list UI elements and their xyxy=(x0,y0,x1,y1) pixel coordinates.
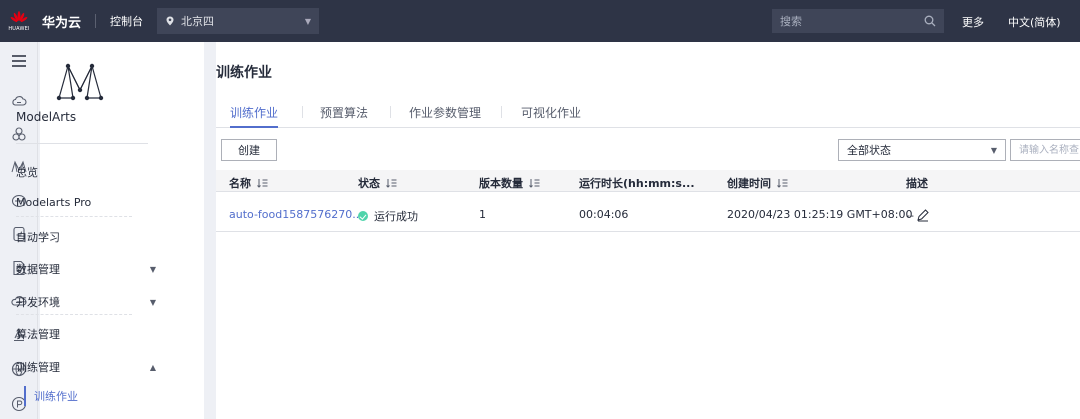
tab-divider xyxy=(501,106,502,118)
cluster-icon xyxy=(12,127,26,141)
chevron-down-icon: ▼ xyxy=(304,16,312,26)
sidebar-dashed-divider xyxy=(16,216,132,217)
language-switch[interactable]: 中文(简体) xyxy=(1008,14,1061,30)
chevron-up-icon: ▲ xyxy=(149,362,156,372)
sidebar-item-label: 总览 xyxy=(16,166,38,179)
description-cell: -- xyxy=(906,208,930,222)
sidebar-divider xyxy=(16,143,148,144)
sidebar-item-algorithm-management[interactable]: 算法管理 xyxy=(16,326,156,342)
column-header-versions[interactable]: 版本数量 xyxy=(479,175,540,191)
column-label: 创建时间 xyxy=(727,177,771,190)
header-divider xyxy=(95,14,97,28)
location-pin-icon xyxy=(166,16,174,26)
sort-icon[interactable] xyxy=(529,178,540,188)
sidebar-item-label: 自动学习 xyxy=(16,231,60,244)
sidebar-subitem-training-jobs[interactable]: 训练作业 xyxy=(24,386,78,406)
huawei-logo[interactable]: HUAWEI xyxy=(0,0,38,42)
sidebar-item-training-management[interactable]: 训练管理 ▲ xyxy=(16,359,156,375)
tab-divider xyxy=(302,106,303,118)
version-count: 1 xyxy=(479,208,486,221)
column-header-status[interactable]: 状态 xyxy=(358,175,397,191)
status-filter-select[interactable]: 全部状态 ▼ xyxy=(838,139,1006,161)
status-filter-value: 全部状态 xyxy=(847,144,891,157)
page-title: 训练作业 xyxy=(216,65,272,81)
hamburger-menu-icon xyxy=(12,55,26,67)
sidebar-item-auto-learning[interactable]: 自动学习 xyxy=(16,229,156,245)
huawei-logo-icon xyxy=(10,10,28,22)
sidebar-item-overview[interactable]: 总览 xyxy=(16,164,156,180)
sort-icon[interactable] xyxy=(386,178,397,188)
name-search-input[interactable] xyxy=(1010,139,1080,161)
sort-icon[interactable] xyxy=(777,178,788,188)
status-text: 运行成功 xyxy=(374,210,418,223)
modelarts-logo-icon xyxy=(56,63,104,101)
column-label: 状态 xyxy=(358,177,380,190)
tab-divider xyxy=(390,106,391,118)
product-name: ModelArts xyxy=(16,110,77,124)
description-text: -- xyxy=(906,209,914,222)
sidebar-item-label: Modelarts Pro xyxy=(16,196,92,209)
tab-job-parameters[interactable]: 作业参数管理 xyxy=(409,104,481,128)
created-time: 2020/04/23 01:25:19 GMT+08:00 xyxy=(727,208,913,221)
column-label: 名称 xyxy=(229,177,251,190)
job-name-link[interactable]: auto-food1587576270... xyxy=(229,208,363,221)
table-header: 名称 状态 版本数量 运行时长(hh:mm:s... 创建时间 描述 xyxy=(216,170,1080,192)
run-duration: 00:04:06 xyxy=(579,208,629,221)
console-link[interactable]: 控制台 xyxy=(110,13,143,29)
sidebar-item-modelarts-pro[interactable]: Modelarts Pro xyxy=(16,196,156,209)
top-bar: HUAWEI 华为云 控制台 北京四 ▼ 搜索 更多 中文(简体) xyxy=(0,0,1080,42)
column-label: 运行时长(hh:mm:s... xyxy=(579,177,695,190)
column-header-description: 描述 xyxy=(906,177,928,190)
edit-pencil-icon[interactable] xyxy=(916,208,930,222)
sidebar-item-label: 数据管理 xyxy=(16,263,60,276)
menu-toggle[interactable] xyxy=(0,46,38,76)
sidebar-item-label: 开发环境 xyxy=(16,296,60,309)
more-menu[interactable]: 更多 xyxy=(962,14,984,30)
search-icon[interactable] xyxy=(924,15,936,27)
tab-bar: 训练作业 预置算法 作业参数管理 可视化作业 xyxy=(216,104,1080,128)
brand-title[interactable]: 华为云 xyxy=(42,12,81,31)
global-search[interactable]: 搜索 xyxy=(772,9,944,33)
sidebar-item-label: 算法管理 xyxy=(16,328,60,341)
column-header-name[interactable]: 名称 xyxy=(229,175,268,191)
huawei-logo-text: HUAWEI xyxy=(8,25,30,32)
job-status: 运行成功 xyxy=(358,208,418,224)
sidebar-item-dev-environment[interactable]: 开发环境 ▼ xyxy=(16,294,156,310)
tab-preset-algorithms[interactable]: 预置算法 xyxy=(320,104,368,128)
chevron-down-icon: ▼ xyxy=(149,264,156,274)
table-row: auto-food1587576270... 运行成功 1 00:04:06 2… xyxy=(216,196,1080,232)
sidebar-item-label: 训练管理 xyxy=(16,361,60,374)
sidebar-subitem-label: 训练作业 xyxy=(34,390,78,403)
active-indicator xyxy=(24,386,26,406)
chevron-down-icon: ▼ xyxy=(149,297,156,307)
sort-icon[interactable] xyxy=(257,178,268,188)
sidebar-item-data-management[interactable]: 数据管理 ▼ xyxy=(16,261,156,277)
sidebar-dashed-divider xyxy=(16,314,132,315)
region-label: 北京四 xyxy=(181,15,215,28)
column-header-duration[interactable]: 运行时长(hh:mm:s... xyxy=(579,175,695,191)
search-placeholder: 搜索 xyxy=(780,15,802,28)
chevron-down-icon: ▼ xyxy=(990,145,997,155)
tab-training-jobs[interactable]: 训练作业 xyxy=(230,104,279,128)
region-selector[interactable]: 北京四 ▼ xyxy=(157,8,320,34)
tab-visualization-jobs[interactable]: 可视化作业 xyxy=(521,104,581,128)
column-label: 版本数量 xyxy=(479,177,523,190)
column-header-created[interactable]: 创建时间 xyxy=(727,175,788,191)
create-button[interactable]: 创建 xyxy=(221,139,277,161)
cloud-icon xyxy=(12,96,27,106)
success-check-icon xyxy=(358,211,368,221)
